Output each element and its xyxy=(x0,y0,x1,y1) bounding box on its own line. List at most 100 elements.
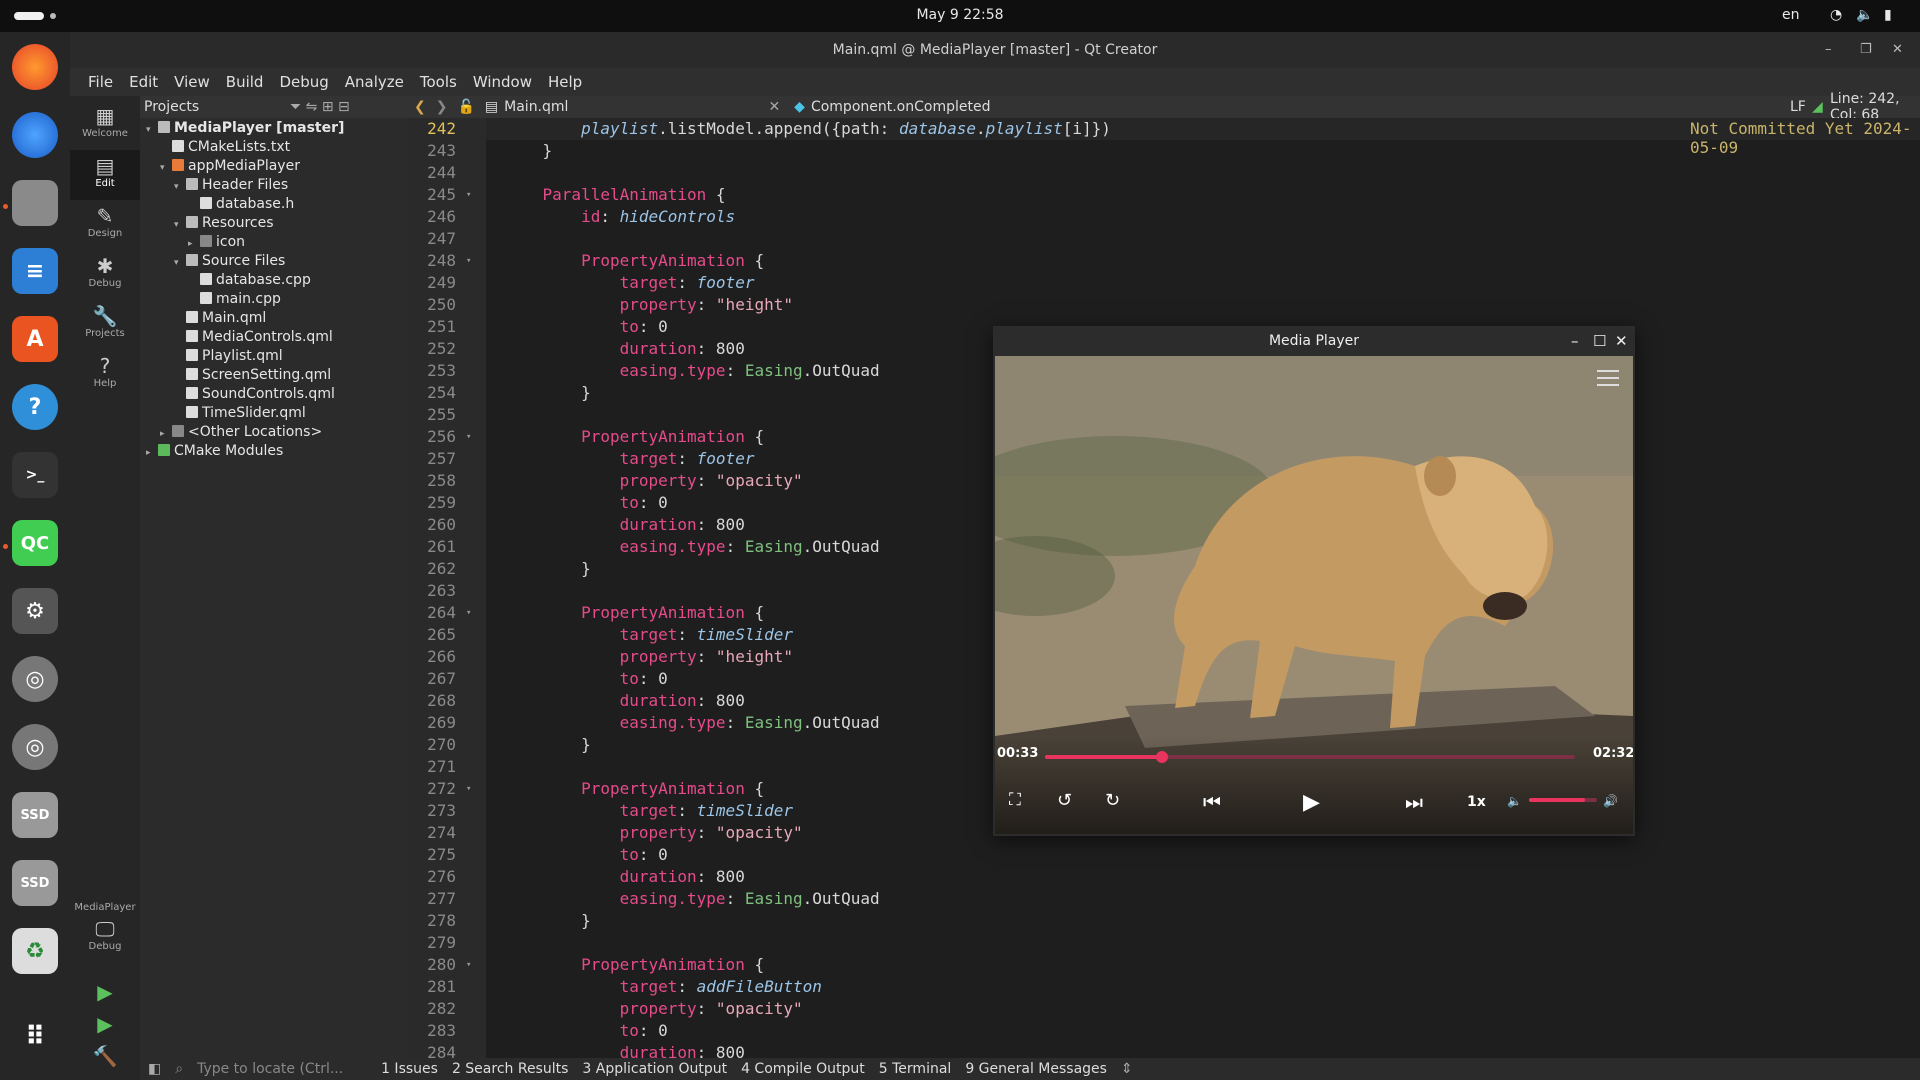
code-line[interactable]: 277 easing.type: Easing.OutQuad xyxy=(408,888,1908,910)
tree-item[interactable]: ▾ Header Files xyxy=(140,176,408,195)
menu-edit[interactable]: Edit xyxy=(121,73,166,91)
run-button[interactable]: ▶ xyxy=(70,976,140,1006)
menu-icon[interactable] xyxy=(1597,370,1619,386)
volume-low-icon[interactable]: 🔈 xyxy=(1507,794,1522,808)
tree-item[interactable]: main.cpp xyxy=(140,290,408,309)
locator-input[interactable]: Type to locate (Ctrl... xyxy=(197,1061,367,1077)
code-line[interactable]: 276 duration: 800 xyxy=(408,866,1908,888)
code-line[interactable]: 249 target: footer xyxy=(408,272,1908,294)
maximize-icon[interactable]: ☐ xyxy=(1593,326,1606,356)
mode-welcome[interactable]: ▦ Welcome xyxy=(70,100,140,150)
code-line[interactable]: 248 ▾ PropertyAnimation { xyxy=(408,250,1908,272)
help-icon[interactable]: ? xyxy=(12,384,58,430)
fold-marker-icon[interactable]: ▾ xyxy=(466,250,471,272)
tree-item[interactable]: Main.qml xyxy=(140,309,408,328)
code-line[interactable]: 243 } xyxy=(408,140,1908,162)
minimize-icon[interactable]: – xyxy=(1825,32,1832,68)
code-line[interactable]: 246 id: hideControls xyxy=(408,206,1908,228)
restore-icon[interactable]: ❐ xyxy=(1860,32,1872,68)
line-ending-select[interactable]: LF xyxy=(1790,99,1806,115)
fold-marker-icon[interactable]: ▾ xyxy=(466,602,471,624)
close-document-icon[interactable]: ✕ xyxy=(768,99,780,115)
tree-item[interactable]: Playlist.qml xyxy=(140,347,408,366)
code-line[interactable]: 244 xyxy=(408,162,1908,184)
next-icon[interactable]: ⏭ xyxy=(1405,790,1423,814)
input-language[interactable]: en xyxy=(1782,7,1800,23)
tab-general-messages[interactable]: 9 General Messages xyxy=(965,1061,1107,1077)
build-button[interactable]: 🔨 xyxy=(70,1040,140,1070)
terminal-icon[interactable]: >_ xyxy=(12,452,58,498)
code-line[interactable]: 282 property: "opacity" xyxy=(408,998,1908,1020)
video-surface[interactable]: 00:33 02:32 ⛶ ↺ ↻ ⏮ ▶ ⏭ 1x 🔈 🔊 xyxy=(995,356,1633,834)
tree-item[interactable]: SoundControls.qml xyxy=(140,385,408,404)
tree-item[interactable]: CMakeLists.txt xyxy=(140,138,408,157)
code-line[interactable]: 281 target: addFileButton xyxy=(408,976,1908,998)
mode-help[interactable]: ? Help xyxy=(70,350,140,400)
forward-10-icon[interactable]: ↻ xyxy=(1105,790,1120,811)
tree-item[interactable]: ▾ appMediaPlayer xyxy=(140,157,408,176)
symbol-select[interactable]: Component.onCompleted xyxy=(811,99,991,115)
code-line[interactable]: 279 xyxy=(408,932,1908,954)
tree-item[interactable]: ▸ <Other Locations> xyxy=(140,423,408,442)
time-slider-handle[interactable] xyxy=(1155,751,1168,763)
mode-debug[interactable]: ✱ Debug xyxy=(70,250,140,300)
battery-icon[interactable]: ▮ xyxy=(1884,7,1892,23)
show-apps-icon[interactable]: ⠿ xyxy=(12,1014,58,1060)
menu-debug[interactable]: Debug xyxy=(271,73,336,91)
code-line[interactable]: 278 } xyxy=(408,910,1908,932)
tree-item[interactable]: ▸ CMake Modules xyxy=(140,442,408,461)
play-icon[interactable]: ▶ xyxy=(1303,790,1320,815)
tab-compile-output[interactable]: 4 Compile Output xyxy=(741,1061,865,1077)
code-line[interactable]: 275 to: 0 xyxy=(408,844,1908,866)
menu-build[interactable]: Build xyxy=(218,73,272,91)
settings-icon[interactable]: ⚙ xyxy=(12,588,58,634)
app-center-icon[interactable]: A xyxy=(12,316,58,362)
disk-icon-2[interactable]: ◎ xyxy=(12,724,58,770)
tree-item[interactable]: ScreenSetting.qml xyxy=(140,366,408,385)
fold-marker-icon[interactable]: ▾ xyxy=(466,184,471,206)
mode-edit[interactable]: ▤ Edit xyxy=(70,150,140,200)
qt-creator-icon[interactable]: QC xyxy=(12,520,58,566)
rewind-10-icon[interactable]: ↺ xyxy=(1057,790,1072,811)
code-line[interactable]: 247 xyxy=(408,228,1908,250)
back-icon[interactable]: ❮ xyxy=(414,99,426,115)
ssd-drive-icon[interactable]: SSD xyxy=(12,792,58,838)
fold-marker-icon[interactable]: ▾ xyxy=(466,778,471,800)
ssd-drive-icon-2[interactable]: SSD xyxy=(12,860,58,906)
tab-terminal[interactable]: 5 Terminal xyxy=(879,1061,952,1077)
volume-high-icon[interactable]: 🔊 xyxy=(1603,794,1618,808)
close-icon[interactable]: ✕ xyxy=(1615,326,1628,356)
code-line[interactable]: 280 ▾ PropertyAnimation { xyxy=(408,954,1908,976)
thunderbird-icon[interactable] xyxy=(12,112,58,158)
disk-icon[interactable]: ◎ xyxy=(12,656,58,702)
code-line[interactable]: 250 property: "height" xyxy=(408,294,1908,316)
firefox-icon[interactable] xyxy=(12,44,58,90)
close-icon[interactable]: ✕ xyxy=(1892,32,1903,68)
tree-item[interactable]: database.cpp xyxy=(140,271,408,290)
tree-item-root[interactable]: ▾ MediaPlayer [master] xyxy=(140,119,408,138)
mode-design[interactable]: ✎ Design xyxy=(70,200,140,250)
playback-speed[interactable]: 1x xyxy=(1467,794,1486,810)
fold-marker-icon[interactable]: ▾ xyxy=(466,954,471,976)
wifi-icon[interactable]: ◔ xyxy=(1830,7,1842,23)
clock[interactable]: May 9 22:58 xyxy=(0,7,1920,23)
sidebar-toggle-icon[interactable]: ◧ xyxy=(148,1061,161,1077)
tab-application-output[interactable]: 3 Application Output xyxy=(582,1061,727,1077)
code-line[interactable]: 245 ▾ ParallelAnimation { xyxy=(408,184,1908,206)
tab-search-results[interactable]: 2 Search Results xyxy=(452,1061,568,1077)
menu-view[interactable]: View xyxy=(166,73,218,91)
forward-icon[interactable]: ❯ xyxy=(436,99,448,115)
code-line[interactable]: 242 playlist.listModel.append({path: dat… xyxy=(408,118,1908,140)
time-slider[interactable] xyxy=(1045,751,1575,763)
projects-view-select[interactable]: Projects xyxy=(144,99,199,115)
tree-item[interactable]: ▾ Source Files xyxy=(140,252,408,271)
tree-item[interactable]: TimeSlider.qml xyxy=(140,404,408,423)
trash-icon[interactable]: ♻ xyxy=(12,928,58,974)
tree-item[interactable]: database.h xyxy=(140,195,408,214)
tree-item[interactable]: MediaControls.qml xyxy=(140,328,408,347)
menu-help[interactable]: Help xyxy=(540,73,590,91)
menu-window[interactable]: Window xyxy=(465,73,540,91)
open-document-select[interactable]: Main.qml xyxy=(504,99,568,115)
files-icon[interactable] xyxy=(12,180,58,226)
minimize-icon[interactable]: – xyxy=(1571,326,1579,356)
